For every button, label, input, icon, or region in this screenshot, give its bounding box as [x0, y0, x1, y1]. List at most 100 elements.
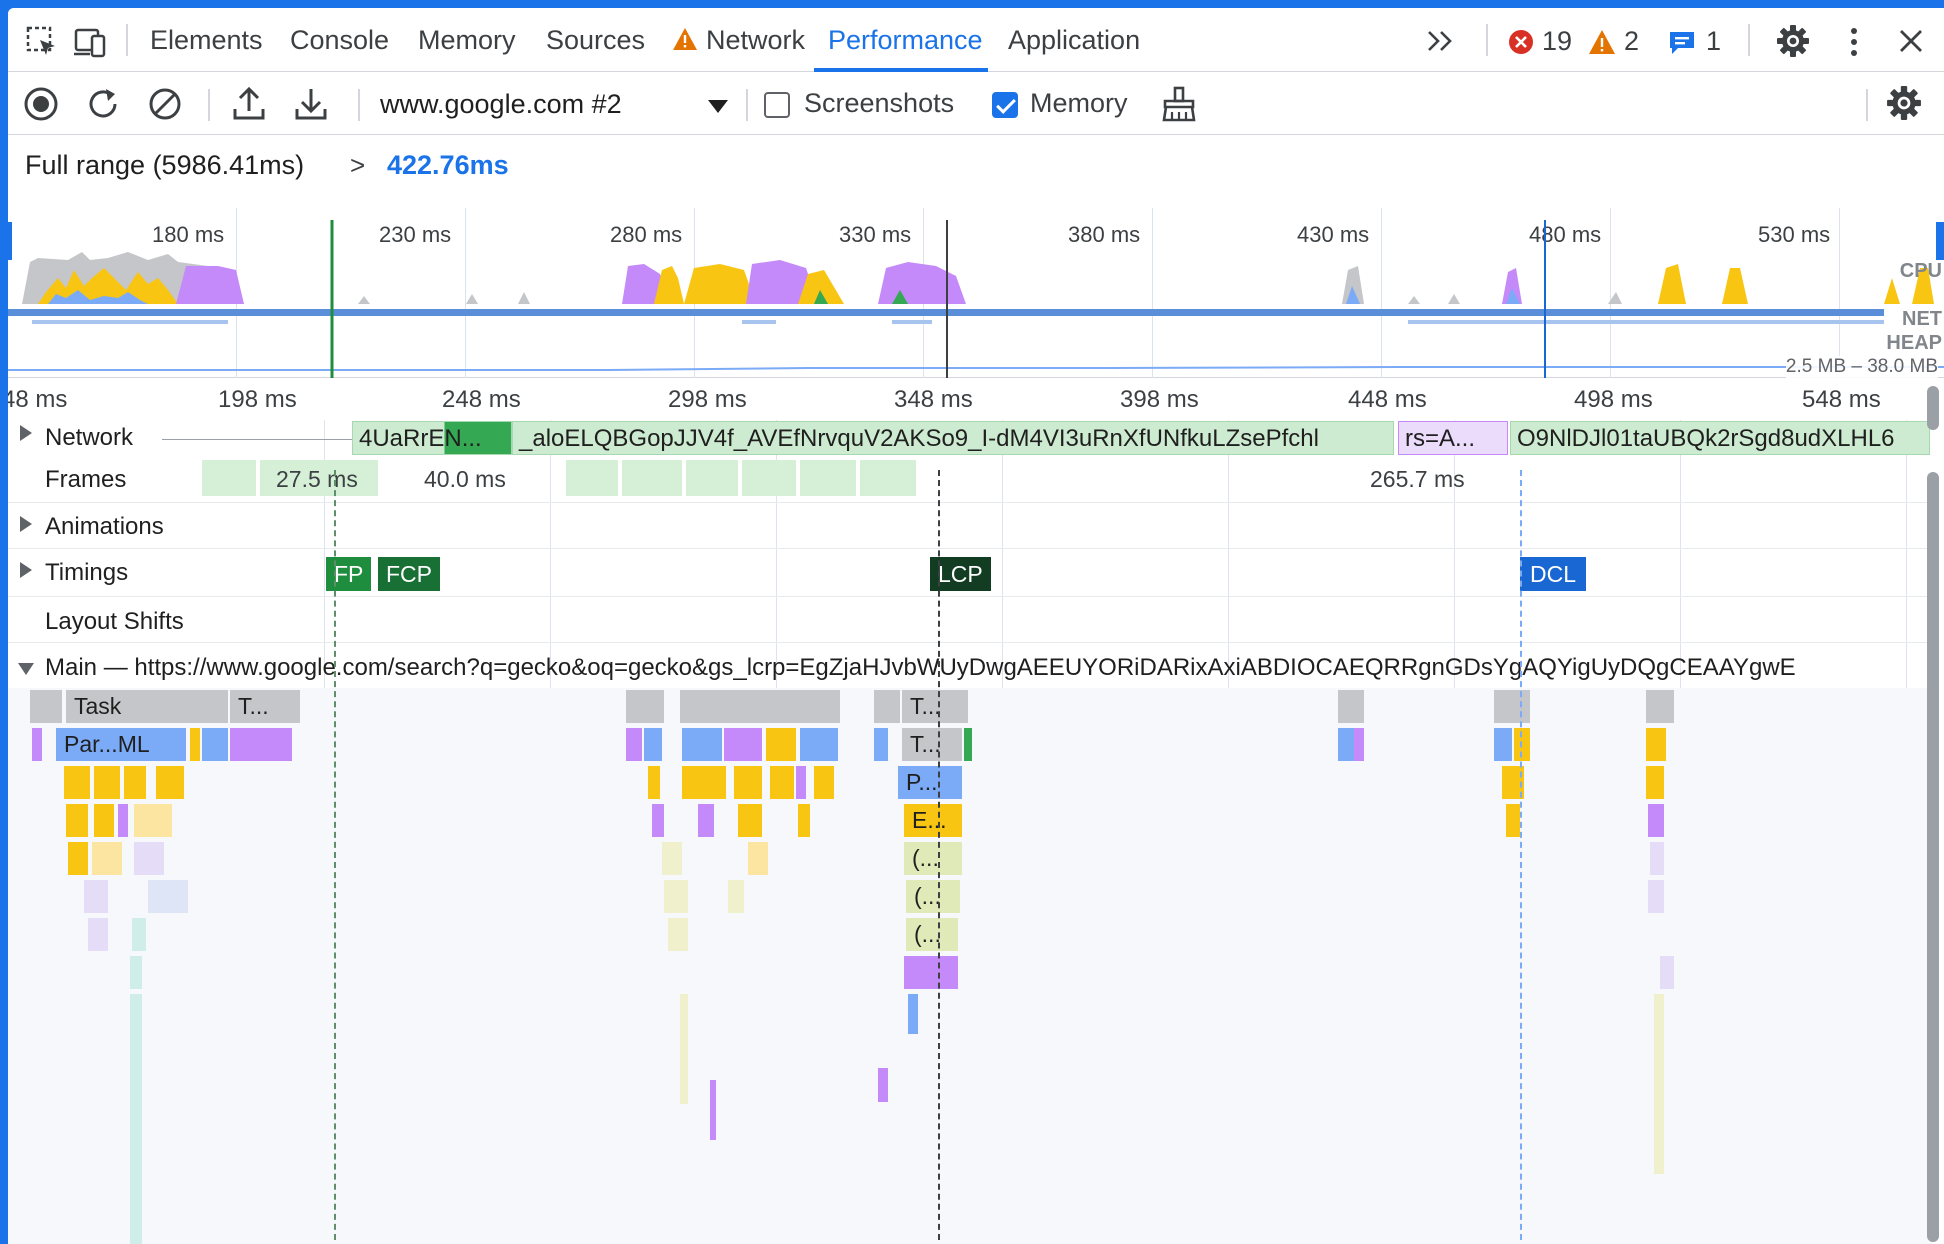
- frame[interactable]: [742, 460, 796, 496]
- task-block[interactable]: [1338, 690, 1364, 723]
- script-block[interactable]: [94, 804, 114, 837]
- task-block[interactable]: [680, 690, 840, 723]
- record-icon[interactable]: [22, 85, 60, 123]
- script-block[interactable]: [738, 804, 762, 837]
- error-count[interactable]: 19: [1542, 26, 1572, 56]
- render-block[interactable]: [698, 804, 714, 837]
- tab-memory[interactable]: Memory: [414, 8, 520, 72]
- frame[interactable]: [622, 460, 682, 496]
- screenshots-checkbox[interactable]: [764, 92, 790, 118]
- anonymous-function-block[interactable]: (...: [906, 918, 958, 951]
- script-block[interactable]: [728, 880, 744, 913]
- script-block[interactable]: [156, 766, 184, 799]
- task-block[interactable]: T...: [230, 690, 300, 723]
- more-tabs-icon[interactable]: [1426, 30, 1458, 52]
- deep-call-stack[interactable]: [680, 994, 688, 1104]
- upload-profile-icon[interactable]: [230, 85, 268, 123]
- script-block[interactable]: [94, 766, 120, 799]
- timing-marker-fp[interactable]: FP: [326, 557, 372, 591]
- frame[interactable]: [202, 460, 256, 496]
- script-block[interactable]: [66, 804, 88, 837]
- track-label-timings[interactable]: Timings: [45, 559, 128, 587]
- collapse-main-icon[interactable]: [18, 663, 34, 675]
- timing-marker-fcp[interactable]: FCP: [378, 557, 440, 591]
- target-select[interactable]: www.google.com #2: [380, 83, 738, 125]
- render-block[interactable]: [1648, 804, 1664, 837]
- render-block[interactable]: [724, 728, 762, 761]
- deep-call-stack[interactable]: [1654, 994, 1664, 1174]
- render-block[interactable]: [88, 918, 108, 951]
- script-block[interactable]: [130, 956, 142, 989]
- render-block[interactable]: [626, 728, 642, 761]
- task-block[interactable]: [1494, 690, 1530, 723]
- breadcrumb-current-range[interactable]: 422.76ms: [387, 150, 509, 181]
- clear-icon[interactable]: [146, 85, 184, 123]
- script-block[interactable]: [1514, 728, 1530, 761]
- message-icon[interactable]: [1668, 30, 1696, 56]
- loading-block[interactable]: [1494, 728, 1512, 761]
- render-block[interactable]: [32, 728, 42, 761]
- render-block[interactable]: [118, 804, 128, 837]
- script-block[interactable]: [124, 766, 146, 799]
- inspect-element-icon[interactable]: [24, 24, 60, 60]
- scrollbar-thumb[interactable]: [1927, 472, 1939, 1242]
- render-block[interactable]: [796, 766, 806, 799]
- script-block[interactable]: [64, 766, 90, 799]
- task-block[interactable]: [874, 690, 900, 723]
- vertical-scrollbar[interactable]: [1926, 386, 1940, 1242]
- script-block[interactable]: [92, 842, 122, 875]
- paint-block[interactable]: [964, 728, 972, 761]
- parse-html-block[interactable]: Par...ML: [56, 728, 186, 761]
- network-request[interactable]: _aloELQBGopJJV4f_AVEfNrvquV2AKSo9_I-dM4V…: [512, 421, 1394, 455]
- collect-garbage-icon[interactable]: [1160, 85, 1198, 123]
- network-request[interactable]: 4UaRrEN...: [352, 421, 512, 455]
- expand-network-icon[interactable]: [20, 425, 32, 441]
- loading-block[interactable]: [1338, 728, 1354, 761]
- render-block[interactable]: [1354, 728, 1364, 761]
- task-block[interactable]: [30, 690, 62, 723]
- script-block[interactable]: [814, 766, 834, 799]
- tab-elements[interactable]: Elements: [146, 8, 267, 72]
- memory-checkbox[interactable]: [992, 92, 1018, 118]
- anonymous-function-block[interactable]: (...: [904, 842, 962, 875]
- tab-application[interactable]: Application: [1004, 8, 1144, 72]
- script-block[interactable]: [1646, 766, 1664, 799]
- expand-timings-icon[interactable]: [20, 562, 32, 578]
- script-block[interactable]: [134, 804, 172, 837]
- loading-block[interactable]: [682, 728, 722, 761]
- deep-call-stack[interactable]: [130, 994, 142, 1244]
- tab-network[interactable]: Network: [668, 8, 809, 72]
- script-block[interactable]: [798, 804, 810, 837]
- tab-sources[interactable]: Sources: [542, 8, 649, 72]
- settings-gear-icon[interactable]: [1776, 24, 1810, 58]
- task-block[interactable]: Task: [66, 690, 228, 723]
- script-block[interactable]: [190, 728, 200, 761]
- more-options-icon[interactable]: [1848, 26, 1860, 58]
- script-block[interactable]: [664, 880, 688, 913]
- loading-block[interactable]: [874, 728, 888, 761]
- script-block[interactable]: [662, 842, 682, 875]
- breadcrumb-full-range[interactable]: Full range (5986.41ms): [25, 150, 304, 181]
- track-label-main[interactable]: Main — https://www.google.com/search?q=g…: [45, 654, 1796, 682]
- script-block[interactable]: [766, 728, 796, 761]
- task-block[interactable]: [1646, 690, 1674, 723]
- script-block[interactable]: [134, 842, 164, 875]
- deep-call-stack[interactable]: [710, 1080, 716, 1140]
- parse-block[interactable]: P...: [898, 766, 962, 799]
- error-icon[interactable]: [1508, 29, 1534, 55]
- deep-call-stack[interactable]: [908, 994, 918, 1034]
- track-label-network[interactable]: Network: [45, 424, 133, 452]
- tab-performance[interactable]: Performance: [814, 8, 988, 72]
- expand-animations-icon[interactable]: [20, 516, 32, 532]
- close-icon[interactable]: [1898, 28, 1924, 54]
- tab-console[interactable]: Console: [286, 8, 393, 72]
- script-block[interactable]: [668, 918, 688, 951]
- network-request[interactable]: O9NlDJl01taUBQk2rSgd8udXLHL6: [1510, 421, 1930, 455]
- script-block[interactable]: [734, 766, 762, 799]
- script-block[interactable]: [682, 766, 726, 799]
- task-block[interactable]: [626, 690, 664, 723]
- task-block[interactable]: T...: [902, 728, 962, 761]
- timeline-overview[interactable]: 180 ms 230 ms 280 ms 330 ms 380 ms 430 m…: [8, 208, 1944, 378]
- network-request[interactable]: rs=A...: [1398, 421, 1508, 455]
- warning-count-icon[interactable]: [1588, 29, 1616, 55]
